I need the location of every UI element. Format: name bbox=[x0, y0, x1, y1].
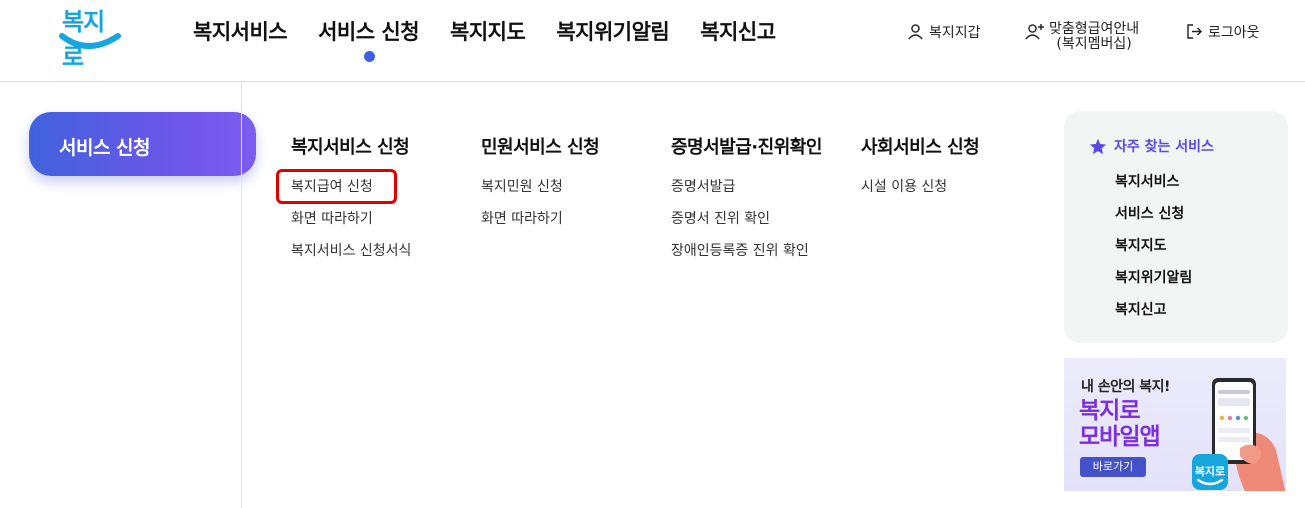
sidebar-title-pill: 서비스 신청 bbox=[29, 112, 256, 176]
banner-title: 복지로 모바일앱 bbox=[1079, 398, 1161, 450]
menu-link[interactable]: 시설 이용 신청 bbox=[861, 178, 979, 210]
nav-service-apply[interactable]: 서비스 신청 bbox=[318, 16, 420, 62]
banner-go-button[interactable]: 바로가기 bbox=[1080, 457, 1146, 477]
menu-column-title[interactable]: 증명서발급·진위확인 bbox=[671, 133, 822, 159]
star-icon bbox=[1089, 138, 1107, 154]
nav-welfare-service[interactable]: 복지서비스 bbox=[193, 16, 288, 46]
phone-in-hand-illustration: 복지로 bbox=[1192, 378, 1286, 491]
favorites-list: 복지서비스 서비스 신청 복지지도 복지위기알림 복지신고 bbox=[1115, 173, 1192, 333]
mobile-app-banner[interactable]: 내 손안의 복지! 복지로 모바일앱 바로가기 복지로 bbox=[1064, 358, 1286, 491]
membership-line2: (복지멤버십) bbox=[1056, 36, 1132, 52]
menu-link[interactable]: 증명서 진위 확인 bbox=[671, 210, 822, 242]
menu-link[interactable]: 복지민원 신청 bbox=[481, 178, 599, 210]
app-icon-label: 복지로 bbox=[1195, 464, 1225, 478]
favorite-item[interactable]: 서비스 신청 bbox=[1115, 205, 1192, 237]
menu-column-title[interactable]: 복지서비스 신청 bbox=[291, 133, 411, 159]
site-logo[interactable]: 복지로 bbox=[58, 2, 124, 71]
favorites-header: 자주 찾는 서비스 bbox=[1089, 136, 1214, 156]
nav-label: 복지신고 bbox=[700, 20, 776, 44]
favorite-item[interactable]: 복지지도 bbox=[1115, 237, 1192, 269]
sidebar-title: 서비스 신청 bbox=[59, 137, 151, 159]
membership-label: 맞춤형급여안내 (복지멤버십) bbox=[1049, 22, 1139, 52]
favorite-item[interactable]: 복지서비스 bbox=[1115, 173, 1192, 205]
favorites-panel: 자주 찾는 서비스 복지서비스 서비스 신청 복지지도 복지위기알림 복지신고 bbox=[1064, 111, 1288, 343]
wallet-link[interactable]: 복지지갑 bbox=[907, 22, 981, 42]
menu-link[interactable]: 화면 따라하기 bbox=[481, 210, 599, 242]
logout-link[interactable]: 로그아웃 bbox=[1186, 22, 1260, 42]
menu-column-title[interactable]: 사회서비스 신청 bbox=[861, 133, 980, 159]
nav-label: 복지지도 bbox=[450, 20, 526, 44]
favorites-title: 자주 찾는 서비스 bbox=[1114, 139, 1214, 155]
logout-icon bbox=[1187, 24, 1202, 39]
favorite-item[interactable]: 복지위기알림 bbox=[1115, 269, 1192, 301]
site-header: 복지로 복지서비스 서비스 신청 복지지도 복지위기알림 복지신고 복지지갑 맞… bbox=[0, 0, 1305, 82]
nav-label: 서비스 신청 bbox=[318, 20, 420, 44]
banner-title-line1: 복지로 bbox=[1079, 398, 1140, 424]
membership-link[interactable]: 맞춤형급여안내 (복지멤버십) bbox=[1025, 22, 1139, 52]
menu-column-title[interactable]: 민원서비스 신청 bbox=[481, 133, 600, 159]
logout-label: 로그아웃 bbox=[1208, 25, 1260, 41]
main-nav: 복지서비스 서비스 신청 복지지도 복지위기알림 복지신고 bbox=[193, 16, 807, 62]
nav-crisis-alert[interactable]: 복지위기알림 bbox=[556, 16, 669, 46]
nav-label: 복지서비스 bbox=[193, 20, 288, 44]
menu-link[interactable]: 화면 따라하기 bbox=[291, 210, 411, 242]
user-icon bbox=[908, 24, 923, 40]
user-plus-icon bbox=[1025, 24, 1044, 40]
nav-label: 복지위기알림 bbox=[556, 20, 670, 44]
logo-smile-icon bbox=[59, 33, 121, 49]
nav-welfare-report[interactable]: 복지신고 bbox=[700, 16, 776, 46]
menu-column-social-service: 사회서비스 신청 시설 이용 신청 bbox=[861, 133, 980, 210]
sidebar-divider bbox=[241, 82, 242, 508]
menu-column-certificate: 증명서발급·진위확인 증명서발급 증명서 진위 확인 장애인등록증 진위 확인 bbox=[671, 133, 822, 274]
menu-column-civil-apply: 민원서비스 신청 복지민원 신청 화면 따라하기 bbox=[481, 133, 600, 242]
banner-title-line2: 모바일앱 bbox=[1079, 424, 1161, 450]
menu-link-label: 복지급여 신청 bbox=[291, 179, 373, 195]
menu-link[interactable]: 복지서비스 신청서식 bbox=[291, 242, 411, 274]
nav-welfare-map[interactable]: 복지지도 bbox=[450, 16, 526, 46]
active-nav-indicator bbox=[363, 51, 375, 62]
banner-subtitle: 내 손안의 복지! bbox=[1081, 379, 1170, 395]
menu-link[interactable]: 장애인등록증 진위 확인 bbox=[671, 242, 822, 274]
favorite-item[interactable]: 복지신고 bbox=[1115, 301, 1192, 333]
menu-link-benefit-apply[interactable]: 복지급여 신청 bbox=[276, 169, 411, 210]
membership-line1: 맞춤형급여안내 bbox=[1049, 21, 1140, 37]
wallet-label: 복지지갑 bbox=[929, 25, 981, 41]
menu-link[interactable]: 증명서발급 bbox=[671, 178, 822, 210]
menu-column-welfare-apply: 복지서비스 신청 복지급여 신청 화면 따라하기 복지서비스 신청서식 bbox=[276, 133, 411, 274]
